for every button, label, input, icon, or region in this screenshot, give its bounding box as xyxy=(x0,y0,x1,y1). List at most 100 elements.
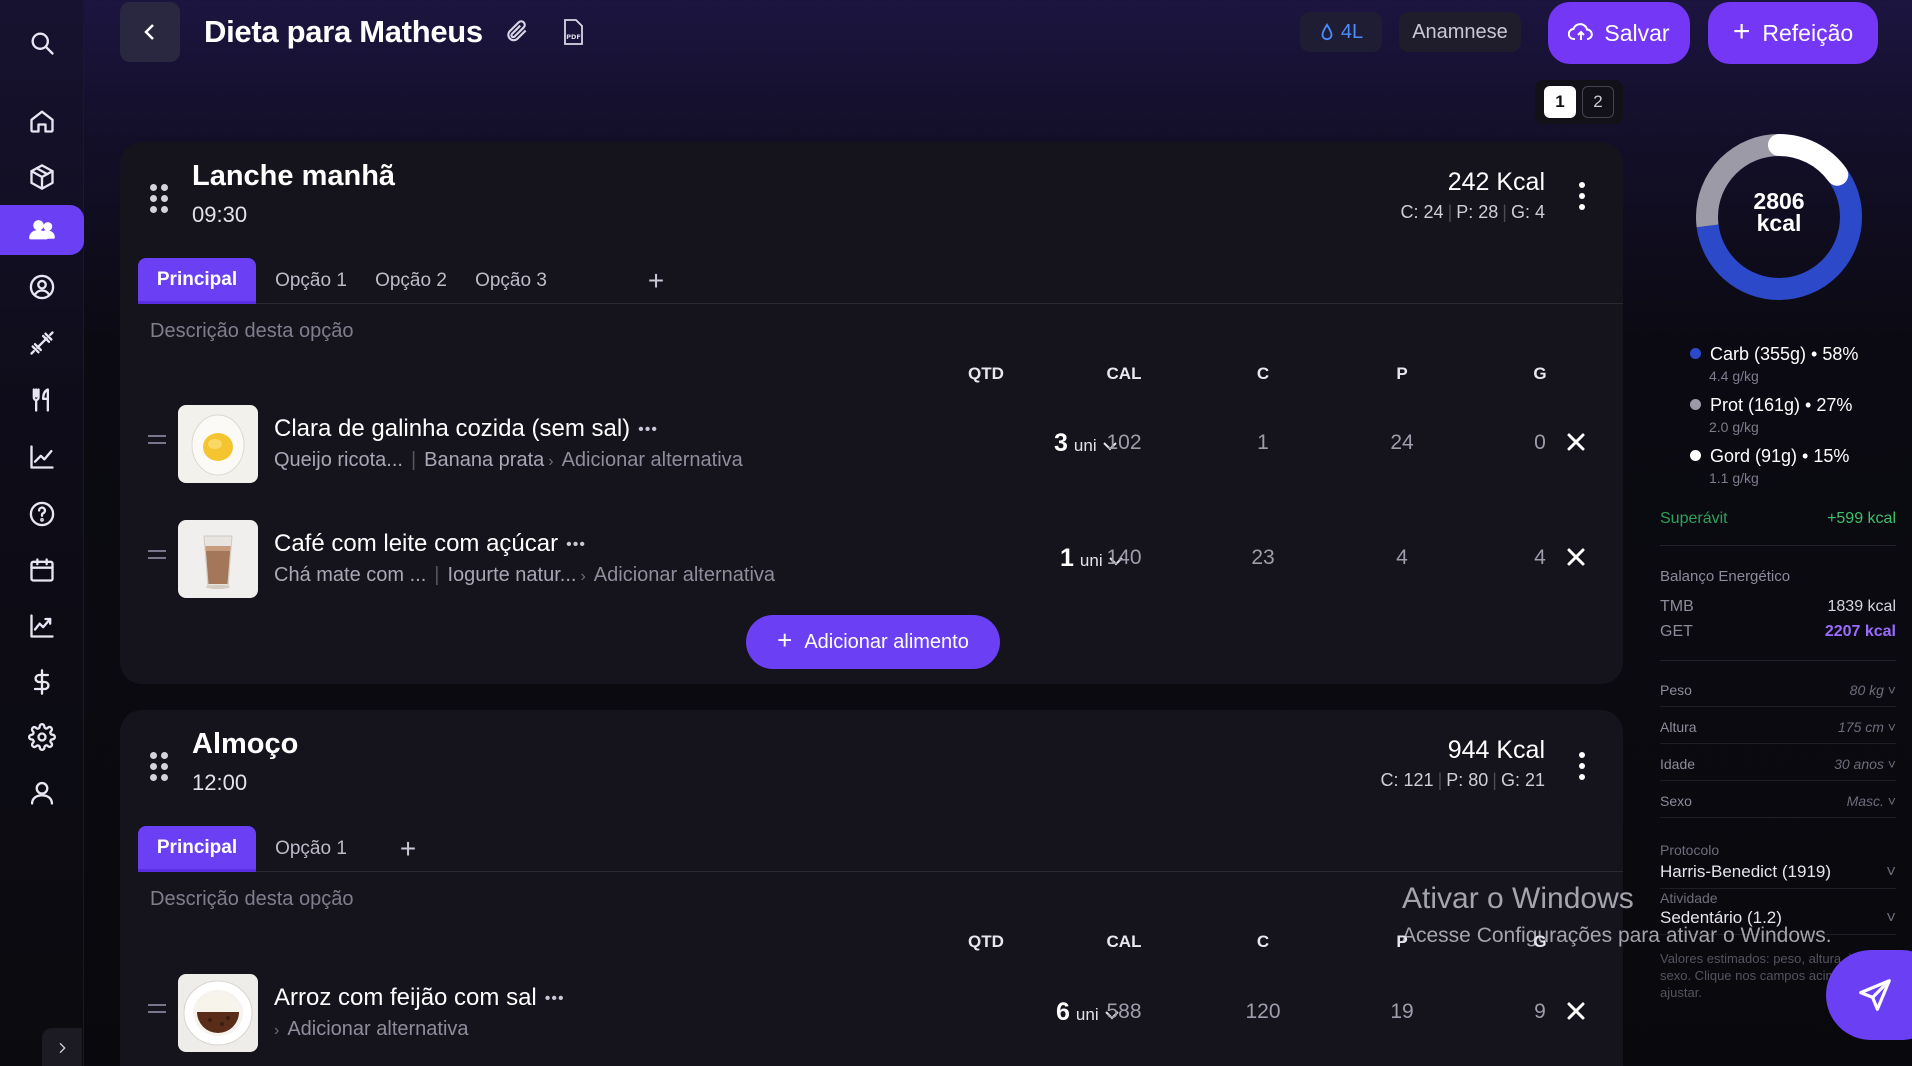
ellipsis-icon[interactable]: ••• xyxy=(545,990,565,1007)
col-qtd: QTD xyxy=(968,364,1004,383)
food-image-rice-beans xyxy=(178,974,258,1052)
tab-opcao-2[interactable]: Opção 2 xyxy=(364,258,458,304)
legend-gord: Gord (91g) • 15% xyxy=(1690,446,1849,467)
utensils-icon[interactable] xyxy=(0,375,84,425)
legend-label: Prot (161g) • 27% xyxy=(1710,395,1853,415)
help-icon[interactable] xyxy=(0,489,84,539)
dollar-icon[interactable] xyxy=(0,657,84,707)
chart-line-icon[interactable] xyxy=(0,432,84,482)
tmb-label: TMB xyxy=(1660,598,1694,615)
expand-sidebar-button[interactable] xyxy=(42,1028,82,1066)
paperclip-icon[interactable] xyxy=(504,18,530,49)
food-row: Clara de galinha cozida (sem sal) ••• Que… xyxy=(120,405,1623,485)
add-alternative-link[interactable]: Adicionar alternativa xyxy=(287,1018,468,1040)
meal-macros: C: 24 | P: 28 | G: 4 xyxy=(1400,202,1545,222)
legend-sub: 1.1 g/kg xyxy=(1709,470,1759,486)
macro-prot: P: 28 xyxy=(1456,202,1499,222)
chevron-down-icon: ˅ xyxy=(1886,862,1896,881)
row-drag-handle-icon[interactable] xyxy=(148,1004,166,1018)
age-value: 30 anos xyxy=(1834,756,1884,772)
add-option-icon[interactable]: + xyxy=(388,826,428,872)
drag-handle-icon[interactable] xyxy=(150,184,168,213)
get-value: 2207 kcal xyxy=(1824,623,1896,640)
alternative-item[interactable]: Iogurte natur... xyxy=(447,564,576,586)
add-food-button[interactable]: + Adicionar alimento xyxy=(746,615,1000,669)
tab-principal[interactable]: Principal xyxy=(138,826,256,872)
search-icon[interactable] xyxy=(0,18,84,68)
patients-icon[interactable] xyxy=(0,205,84,255)
alternative-item[interactable]: Queijo ricota... xyxy=(274,449,403,471)
food-prot: 24 xyxy=(1390,431,1414,454)
option-description[interactable]: Descrição desta opção xyxy=(150,320,353,343)
height-field[interactable]: Altura 175 cm ˅ xyxy=(1660,719,1896,744)
row-drag-handle-icon[interactable] xyxy=(148,435,166,449)
meal-macros: C: 121 | P: 80 | G: 21 xyxy=(1380,770,1545,790)
trend-icon[interactable] xyxy=(0,601,84,651)
macro-fat: G: 21 xyxy=(1500,770,1545,790)
option-tabs: Principal Opção 1 Opção 2 Opção 3 + xyxy=(138,258,1623,304)
svg-text:PDF: PDF xyxy=(566,33,581,41)
calendar-icon[interactable] xyxy=(0,545,84,595)
divider xyxy=(1660,660,1896,661)
sex-field[interactable]: Sexo Masc. ˅ xyxy=(1660,793,1896,818)
chevron-down-icon: ˅ xyxy=(1886,908,1896,927)
back-button[interactable] xyxy=(120,2,180,62)
food-carb: 120 xyxy=(1245,1000,1281,1023)
drag-handle-icon[interactable] xyxy=(150,752,168,781)
row-drag-handle-icon[interactable] xyxy=(148,550,166,564)
legend-label: Carb (355g) • 58% xyxy=(1710,344,1859,364)
option-description[interactable]: Descrição desta opção xyxy=(150,888,353,911)
ellipsis-icon[interactable]: ••• xyxy=(566,536,586,553)
pdf-icon[interactable]: PDF xyxy=(560,18,586,46)
tab-opcao-1[interactable]: Opção 1 xyxy=(266,826,356,872)
activity-label: Atividade xyxy=(1660,890,1718,906)
meal-kcal: 242 Kcal xyxy=(1447,168,1545,196)
tab-opcao-3[interactable]: Opção 3 xyxy=(464,258,558,304)
get-row: GET 2207 kcal xyxy=(1660,623,1896,641)
alternative-item[interactable]: Banana prata xyxy=(424,449,544,471)
age-field[interactable]: Idade 30 anos ˅ xyxy=(1660,756,1896,781)
weight-field[interactable]: Peso 80 kg ˅ xyxy=(1660,682,1896,707)
food-name[interactable]: Clara de galinha cozida (sem sal) ••• xyxy=(274,415,658,443)
remove-food-icon[interactable] xyxy=(1567,1002,1585,1025)
profile-icon[interactable] xyxy=(0,768,84,818)
add-alternative-link[interactable]: Adicionar alternativa xyxy=(562,449,743,471)
col-qtd: QTD xyxy=(968,932,1004,951)
ellipsis-icon[interactable]: ••• xyxy=(638,421,658,438)
user-circle-icon[interactable] xyxy=(0,262,84,312)
col-p: P xyxy=(1396,364,1408,383)
col-cal: CAL xyxy=(1106,364,1142,383)
windows-watermark-title: Ativar o Windows xyxy=(1402,882,1634,915)
food-cal: 588 xyxy=(1106,1000,1142,1023)
dumbbell-icon[interactable] xyxy=(0,318,84,368)
food-name-text: Café com leite com açúcar xyxy=(274,530,559,557)
gear-icon[interactable] xyxy=(0,712,84,762)
more-options-icon[interactable] xyxy=(1579,182,1587,210)
anamnese-button[interactable]: Anamnese xyxy=(1399,12,1521,52)
windows-watermark-text: Acesse Configurações para ativar o Windo… xyxy=(1402,924,1832,947)
plus-icon: + xyxy=(1732,14,1751,48)
food-name[interactable]: Café com leite com açúcar ••• xyxy=(274,530,586,558)
food-name[interactable]: Arroz com feijão com sal ••• xyxy=(274,984,565,1012)
tab-principal[interactable]: Principal xyxy=(138,258,256,304)
add-alternative-link[interactable]: Adicionar alternativa xyxy=(594,564,775,586)
remove-food-icon[interactable] xyxy=(1567,433,1585,456)
meal-card: Lanche manhã 09:30 242 Kcal C: 24 | P: 28 |… xyxy=(120,142,1623,684)
tab-opcao-1[interactable]: Opção 1 xyxy=(266,258,356,304)
alternative-item[interactable]: Chá mate com ... xyxy=(274,564,426,586)
meal-name: Lanche manhã xyxy=(192,160,396,192)
package-icon[interactable] xyxy=(0,152,84,202)
home-icon[interactable] xyxy=(0,96,84,146)
page-1-button[interactable]: 1 xyxy=(1544,86,1576,118)
water-button[interactable]: 4L xyxy=(1300,12,1382,52)
add-option-icon[interactable]: + xyxy=(636,258,676,304)
send-button[interactable] xyxy=(1826,950,1912,1040)
protocol-select[interactable]: Harris-Benedict (1919) ˅ xyxy=(1660,862,1896,889)
meal-time: 12:00 xyxy=(192,770,248,795)
remove-food-icon[interactable] xyxy=(1567,548,1585,571)
more-options-icon[interactable] xyxy=(1579,752,1587,780)
save-button[interactable]: Salvar xyxy=(1548,2,1690,64)
divider xyxy=(1660,545,1896,546)
add-meal-button[interactable]: + Refeição xyxy=(1708,2,1878,64)
page-2-button[interactable]: 2 xyxy=(1582,86,1614,118)
